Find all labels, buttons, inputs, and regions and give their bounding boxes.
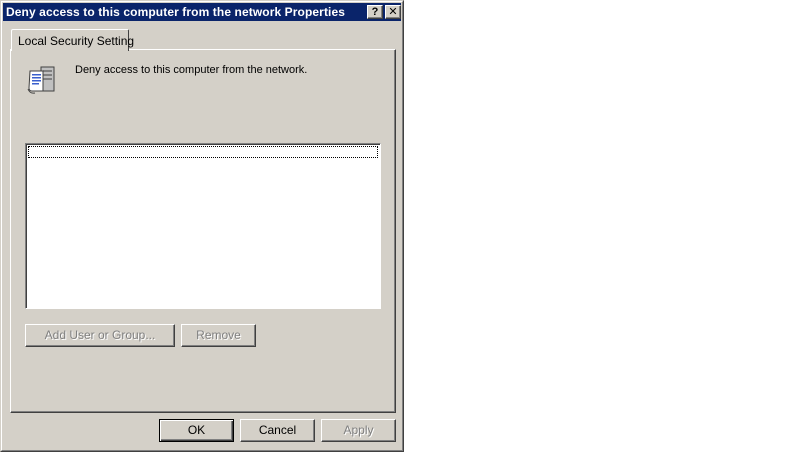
window-title: Deny access to this computer from the ne… [6,5,346,19]
cancel-button[interactable]: Cancel [240,419,315,442]
apply-button[interactable]: Apply [321,419,396,442]
remove-button[interactable]: Remove [181,324,256,347]
tab-local-security-setting[interactable]: Local Security Setting [11,29,134,51]
list-focus-row[interactable] [28,146,378,158]
ok-button[interactable]: OK [159,419,234,442]
users-groups-list[interactable] [25,143,381,309]
policy-document-icon [27,66,55,94]
tab-label: Local Security Setting [18,34,135,48]
add-user-or-group-button[interactable]: Add User or Group... [25,324,175,347]
close-button[interactable]: ✕ [385,5,401,19]
title-bar[interactable]: Deny access to this computer from the ne… [3,3,401,21]
properties-dialog: Deny access to this computer from the ne… [0,0,404,452]
help-button[interactable]: ? [367,5,383,19]
policy-name: Deny access to this computer from the ne… [75,64,308,76]
